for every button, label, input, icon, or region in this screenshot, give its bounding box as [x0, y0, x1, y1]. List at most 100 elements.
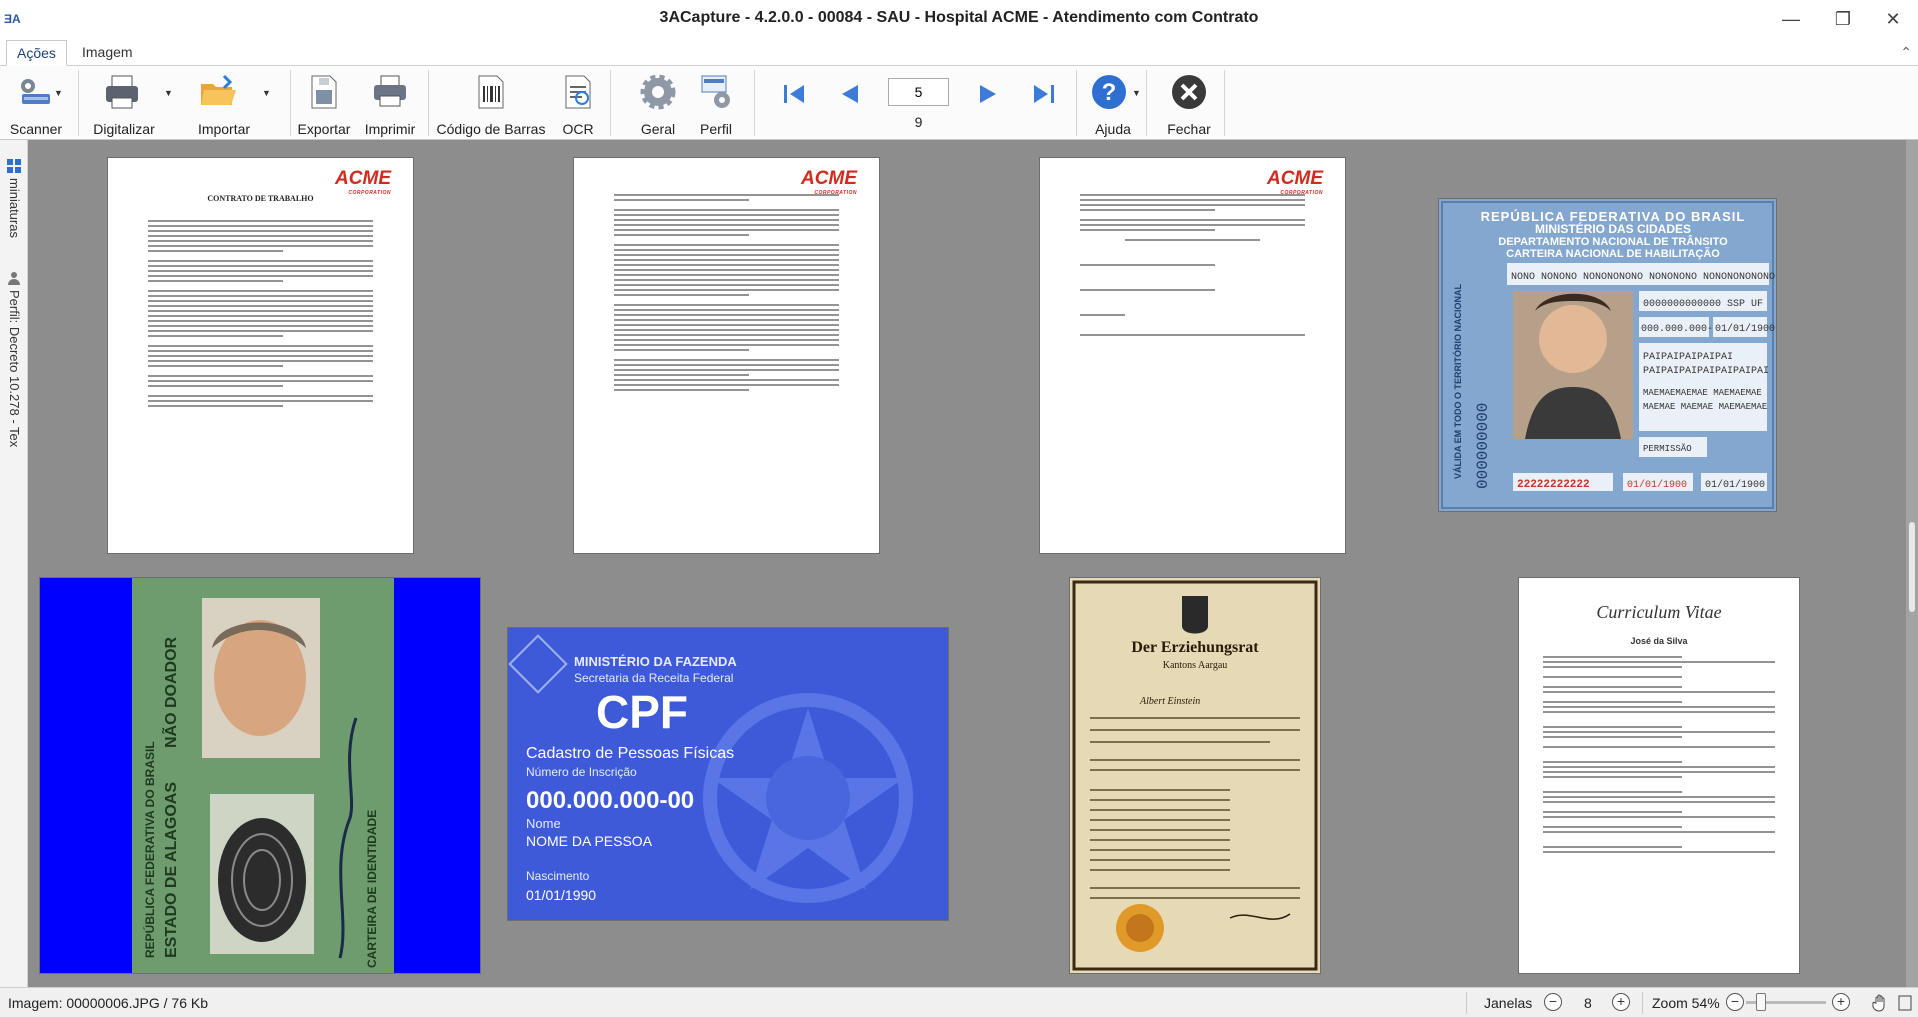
next-page-icon[interactable]	[974, 80, 1002, 108]
janelas-increase-button[interactable]: +	[1612, 993, 1630, 1011]
status-bar: Imagem: 00000006.JPG / 76 Kb Janelas − 8…	[0, 987, 1918, 1017]
ribbon-collapse-button[interactable]: ⌃	[1900, 44, 1912, 61]
fechar-button[interactable]: Fechar	[1156, 66, 1222, 140]
ocr-button[interactable]: OCR	[552, 66, 604, 140]
window-title: 3ACapture - 4.2.0.0 - 00084 - SAU - Hosp…	[659, 9, 1259, 26]
printer-icon	[374, 75, 406, 107]
page-number-input[interactable]	[888, 78, 949, 106]
scanner-button[interactable]: ▼ Scanner	[0, 66, 72, 140]
thumbnail-cnh-card[interactable]: REPÚBLICA FEDERATIVA DO BRASIL MINISTÉRI…	[1439, 199, 1776, 511]
last-page-icon[interactable]	[1030, 80, 1058, 108]
geral-button[interactable]: Geral	[626, 66, 690, 140]
scrollbar-thumb[interactable]	[1909, 522, 1915, 612]
svg-text:ESTADO DE ALAGOAS: ESTADO DE ALAGOAS	[163, 782, 180, 958]
tab-imagem[interactable]: Imagem	[72, 40, 143, 66]
svg-text:NÃO DOADOR: NÃO DOADOR	[160, 636, 180, 748]
thumbnail-contract-page-3[interactable]: ACME CORPORATION	[1040, 158, 1345, 553]
svg-text:000.000.000-00: 000.000.000-00	[526, 787, 694, 814]
contract-text-lines	[1080, 194, 1305, 339]
thumbnail-curriculum[interactable]: Curriculum Vitae José da Silva	[1519, 578, 1799, 973]
toolbar-separator	[1224, 70, 1225, 136]
geral-label: Geral	[640, 121, 676, 137]
restore-button[interactable]: ❐	[1820, 4, 1866, 34]
previous-page-icon[interactable]	[836, 80, 864, 108]
ajuda-button[interactable]: ? ▼ Ajuda	[1080, 66, 1146, 140]
zoom-slider-handle[interactable]	[1756, 993, 1766, 1011]
importar-dropdown-icon[interactable]: ▼	[262, 88, 271, 98]
svg-text:NONO NONONO NONONONONO NONONON: NONO NONONO NONONONONO NONONONO NONONONO…	[1511, 272, 1775, 283]
thumbnail-contract-page-2[interactable]: ACME CORPORATION	[574, 158, 879, 553]
thumbnail-rg-card[interactable]: REPÚBLICA FEDERATIVA DO BRASIL ESTADO DE…	[40, 578, 480, 973]
acme-logo: ACME CORPORATION	[801, 168, 857, 196]
printer-scan-icon	[106, 75, 138, 109]
zoom-in-button[interactable]: +	[1832, 993, 1850, 1011]
folder-open-icon	[201, 74, 236, 105]
ajuda-dropdown-icon[interactable]: ▼	[1132, 88, 1141, 98]
importar-button[interactable]: ▼ Importar	[184, 66, 284, 140]
toolbar-separator	[754, 70, 755, 136]
svg-text:PERMISSÃO: PERMISSÃO	[1643, 443, 1692, 454]
imprimir-label: Imprimir	[364, 121, 416, 137]
thumbnail-viewer[interactable]: ACME CORPORATION CONTRATO DE TRABALHO ACM…	[28, 140, 1918, 987]
svg-text:01/01/1990: 01/01/1990	[526, 887, 596, 903]
thumbnail-certificate[interactable]: Der Erziehungsrat Kantons Aargau Albert …	[1070, 578, 1320, 973]
fit-window-icon[interactable]	[1898, 994, 1912, 1012]
cv-text-lines	[1543, 656, 1775, 856]
first-page-icon[interactable]	[780, 80, 808, 108]
digitalizar-button[interactable]: ▼ Digitalizar	[84, 66, 184, 140]
zoom-label: Zoom 54%	[1652, 995, 1720, 1011]
digitalizar-dropdown-icon[interactable]: ▼	[164, 88, 173, 98]
svg-text:Nome: Nome	[526, 816, 561, 831]
zoom-out-button[interactable]: −	[1726, 993, 1744, 1011]
close-window-button[interactable]: ✕	[1870, 4, 1916, 34]
toolbar-separator	[428, 70, 429, 136]
ribbon-tabs: Ações Imagem	[0, 38, 1918, 66]
contract-text-lines	[614, 194, 839, 394]
vertical-scrollbar[interactable]	[1906, 140, 1918, 987]
toolbar-separator	[290, 70, 291, 136]
help-icon: ?	[1092, 75, 1126, 109]
thumbnail-contract-page-1[interactable]: ACME CORPORATION CONTRATO DE TRABALHO	[108, 158, 413, 553]
cnh-card-image: REPÚBLICA FEDERATIVA DO BRASIL MINISTÉRI…	[1439, 199, 1776, 511]
svg-text:PAIPAIPAIPAIPAIPAIPAI: PAIPAIPAIPAIPAIPAIPAI	[1643, 366, 1769, 377]
status-image-info: Imagem: 00000006.JPG / 76 Kb	[8, 995, 209, 1011]
svg-text:01/01/1900: 01/01/1900	[1715, 323, 1775, 335]
janelas-decrease-button[interactable]: −	[1544, 993, 1562, 1011]
imprimir-button[interactable]: Imprimir	[356, 66, 424, 140]
thumbnail-cpf-card[interactable]: MINISTÉRIO DA FAZENDA Secretaria da Rece…	[508, 628, 948, 920]
left-sidebar: miniaturas Perfil: Decreto 10.278 - Tex	[0, 140, 28, 987]
certificate-image: Der Erziehungsrat Kantons Aargau Albert …	[1070, 578, 1320, 973]
svg-text:Cadastro de Pessoas Físicas: Cadastro de Pessoas Físicas	[526, 745, 734, 762]
svg-text:CARTEIRA DE IDENTIDADE: CARTEIRA DE IDENTIDADE	[365, 810, 379, 968]
acme-logo: ACME CORPORATION	[1267, 168, 1323, 196]
svg-text:22222222222: 22222222222	[1517, 479, 1590, 491]
svg-text:CARTEIRA NACIONAL DE HABILITAÇ: CARTEIRA NACIONAL DE HABILITAÇÃO	[1506, 247, 1720, 260]
side-tab-perfil[interactable]: Perfil: Decreto 10.278 - Tex	[2, 290, 26, 447]
side-tab-miniaturas[interactable]: miniaturas	[2, 178, 26, 238]
pan-hand-icon[interactable]	[1872, 994, 1888, 1012]
status-separator	[1642, 992, 1643, 1014]
title-bar: ƎA 3ACapture - 4.2.0.0 - 00084 - SAU - H…	[0, 0, 1918, 38]
svg-text:Der Erziehungsrat: Der Erziehungsrat	[1131, 639, 1259, 656]
perfil-button[interactable]: Perfil	[690, 66, 742, 140]
svg-text:01/01/1900: 01/01/1900	[1705, 479, 1765, 491]
tab-acoes[interactable]: Ações	[6, 40, 67, 66]
scanner-icon	[21, 79, 50, 104]
scanner-dropdown-icon[interactable]: ▼	[54, 88, 63, 98]
page-total: 9	[914, 114, 923, 130]
svg-text:000.000.000-00: 000.000.000-00	[1641, 324, 1725, 335]
toolbar-separator	[78, 70, 79, 136]
exportar-button[interactable]: Exportar	[292, 66, 356, 140]
svg-text:MINISTÉRIO DAS CIDADES: MINISTÉRIO DAS CIDADES	[1535, 221, 1691, 236]
importar-label: Importar	[197, 121, 251, 137]
svg-text:MINISTÉRIO DA FAZENDA: MINISTÉRIO DA FAZENDA	[574, 654, 737, 669]
contract-title: CONTRATO DE TRABALHO	[207, 194, 314, 203]
exportar-label: Exportar	[297, 121, 351, 137]
toolbar-separator	[1076, 70, 1077, 136]
svg-text:Nascimento: Nascimento	[526, 869, 590, 883]
ocr-label: OCR	[562, 121, 594, 137]
codigo-barras-button[interactable]: Código de Barras	[434, 66, 548, 140]
fechar-label: Fechar	[1167, 121, 1211, 137]
svg-text:Kantons Aargau: Kantons Aargau	[1163, 660, 1228, 671]
minimize-button[interactable]: —	[1768, 4, 1814, 34]
